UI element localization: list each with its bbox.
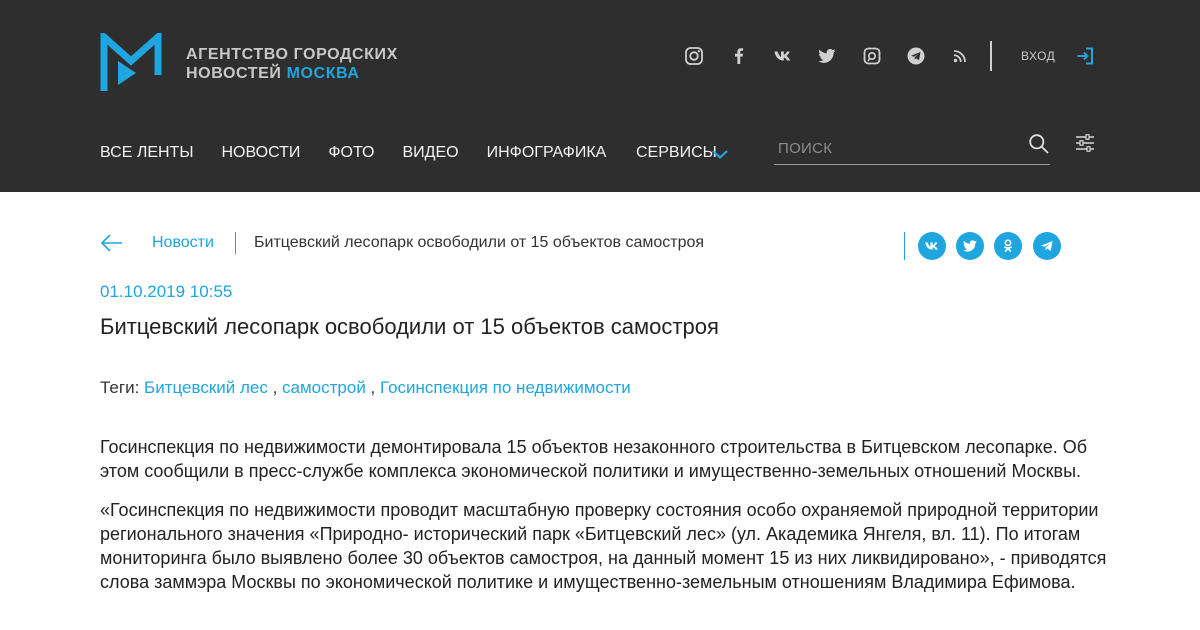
facebook-icon[interactable] bbox=[727, 44, 751, 68]
filter-settings-icon[interactable] bbox=[1075, 133, 1095, 153]
search-box bbox=[774, 131, 1050, 165]
breadcrumb-section-link[interactable]: Новости bbox=[152, 234, 214, 252]
brand-line-2-prefix: НОВОСТЕЙ bbox=[186, 65, 287, 82]
login-icon[interactable] bbox=[1075, 46, 1095, 66]
share-divider bbox=[904, 232, 905, 260]
share-odnoklassniki-icon[interactable] bbox=[994, 232, 1022, 260]
search-input[interactable] bbox=[778, 137, 1018, 159]
brand-line-2-accent: МОСКВА bbox=[286, 65, 360, 82]
article-paragraph: «Госинспекция по недвижимости проводит м… bbox=[100, 500, 1107, 592]
twitter-icon[interactable] bbox=[815, 44, 839, 68]
nav-item-all-feeds[interactable]: ВСЕ ЛЕНТЫ bbox=[100, 144, 193, 162]
vk-icon[interactable] bbox=[771, 44, 795, 68]
rss-icon[interactable] bbox=[948, 44, 972, 68]
brand-line-2: НОВОСТЕЙ МОСКВА bbox=[186, 64, 398, 83]
header-divider bbox=[990, 41, 992, 71]
nav-item-photo[interactable]: ФОТО bbox=[328, 144, 374, 162]
tags-label: Теги: bbox=[100, 378, 140, 397]
brand-name[interactable]: АГЕНТСТВО ГОРОДСКИХ НОВОСТЕЙ МОСКВА bbox=[186, 45, 398, 83]
article-body: Госинспекция по недвижимости демонтирова… bbox=[100, 435, 1110, 609]
article-date: 01.10.2019 10:55 bbox=[100, 282, 233, 301]
share-telegram-icon[interactable] bbox=[1033, 232, 1061, 260]
tag-link[interactable]: самострой bbox=[282, 378, 366, 397]
livejournal-icon[interactable] bbox=[860, 44, 884, 68]
nav-item-infographics[interactable]: ИНФОГРАФИКА bbox=[487, 144, 607, 162]
chevron-down-icon[interactable] bbox=[711, 148, 729, 160]
article-title: Битцевский лесопарк освободили от 15 объ… bbox=[100, 314, 719, 339]
telegram-icon[interactable] bbox=[904, 44, 928, 68]
agn-logo-icon[interactable] bbox=[100, 33, 162, 93]
brand-line-1: АГЕНТСТВО ГОРОДСКИХ bbox=[186, 46, 398, 63]
tag-separator: , bbox=[267, 378, 283, 397]
tag-separator: , bbox=[365, 378, 380, 397]
tag-link[interactable]: Госинспекция по недвижимости bbox=[380, 378, 631, 397]
article-tags: Теги: Битцевский лес , самострой , Госин… bbox=[100, 378, 631, 398]
breadcrumb-divider bbox=[235, 232, 236, 254]
tag-link[interactable]: Битцевский лес bbox=[144, 378, 268, 397]
article-paragraph: Госинспекция по недвижимости демонтирова… bbox=[100, 437, 1088, 481]
nav-item-video[interactable]: ВИДЕО bbox=[402, 144, 458, 162]
login-label[interactable]: ВХОД bbox=[1021, 49, 1055, 63]
search-icon[interactable] bbox=[1028, 133, 1050, 155]
services-menu[interactable]: СЕРВИСЫ bbox=[636, 144, 717, 162]
back-arrow-icon[interactable] bbox=[100, 232, 124, 254]
nav-item-news[interactable]: НОВОСТИ bbox=[221, 144, 300, 162]
instagram-icon[interactable] bbox=[682, 44, 706, 68]
breadcrumb-current: Битцевский лесопарк освободили от 15 объ… bbox=[254, 234, 705, 251]
site-header: АГЕНТСТВО ГОРОДСКИХ НОВОСТЕЙ МОСКВА ВХОД… bbox=[0, 0, 1200, 192]
main-nav: ВСЕ ЛЕНТЫ НОВОСТИ ФОТО ВИДЕО ИНФОГРАФИКА bbox=[100, 144, 634, 162]
share-vk-icon[interactable] bbox=[918, 232, 946, 260]
share-twitter-icon[interactable] bbox=[956, 232, 984, 260]
